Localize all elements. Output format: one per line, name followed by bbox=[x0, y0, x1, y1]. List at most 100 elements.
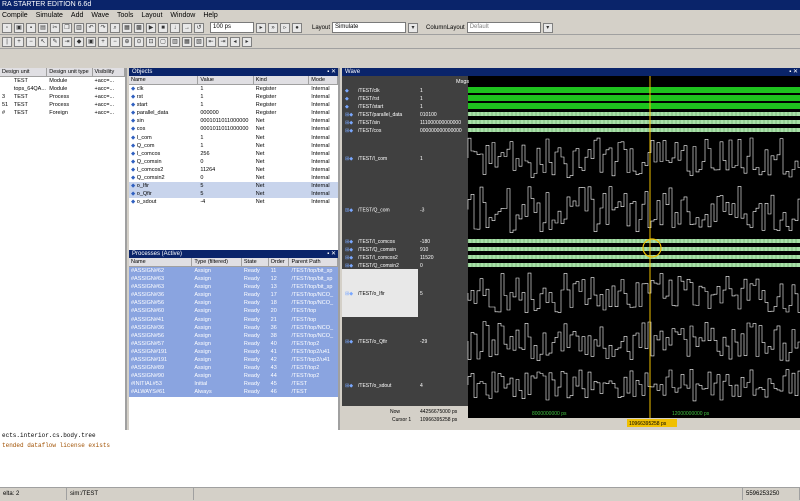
signal-name[interactable]: /TEST/Q_com bbox=[358, 208, 390, 214]
find-icon[interactable]: ⌕ bbox=[110, 22, 120, 33]
menu-add[interactable]: Add bbox=[71, 10, 89, 21]
transcript-panel[interactable]: ects.interior.cs.body.tree tended datafl… bbox=[0, 430, 800, 487]
signal-name[interactable]: /TEST/start bbox=[358, 104, 384, 110]
signal-name[interactable]: /TEST/parallel_data bbox=[358, 112, 402, 118]
wave-select-icon[interactable]: ↖ bbox=[38, 36, 48, 47]
signal-name[interactable]: /TEST/I_comcos bbox=[358, 239, 395, 245]
table-row[interactable]: #ASSIGN#89 Assign Ready 43/TEST/top2 bbox=[129, 364, 338, 373]
col-design-unit[interactable]: Design unit bbox=[0, 68, 48, 76]
save-icon[interactable]: ▪ bbox=[26, 22, 36, 33]
table-row[interactable]: ◆ I_comcos 256 Net Internal bbox=[129, 150, 338, 158]
signal-name[interactable]: /TEST/cos bbox=[358, 128, 382, 134]
wave-group-icon[interactable]: ▣ bbox=[86, 36, 96, 47]
table-row[interactable]: ◆ Q_comsin2 0 Net Internal bbox=[129, 174, 338, 182]
run-all-icon[interactable]: » bbox=[268, 22, 278, 33]
continue-icon[interactable]: ▹ bbox=[280, 22, 290, 33]
break-icon[interactable]: ■ bbox=[158, 22, 168, 33]
menu-help[interactable]: Help bbox=[203, 10, 223, 21]
table-row[interactable]: #ASSIGN#36 Assign Ready 17/TEST/top/NCO_ bbox=[129, 291, 338, 300]
menu-layout[interactable]: Layout bbox=[141, 10, 168, 21]
compile-all-icon[interactable]: ▩ bbox=[134, 22, 144, 33]
redo-icon[interactable]: ↷ bbox=[98, 22, 108, 33]
signal-name[interactable]: /TEST/o_Ifir bbox=[358, 291, 385, 297]
table-row[interactable]: #ASSIGN#63 Assign Ready 13/TEST/top/bit_sp bbox=[129, 283, 338, 292]
column3-icon[interactable]: ▧ bbox=[194, 36, 204, 47]
signal-name[interactable]: /TEST/I_com bbox=[358, 156, 387, 162]
panel-controls-icon[interactable]: ▪ ✕ bbox=[789, 68, 798, 76]
wave-canvas[interactable]: Msgs ◆ /TEST/clk 1 ◆ /TEST/rst 1 ◆ /TEST/start 1 ⊞… bbox=[342, 76, 800, 430]
chevron-down-icon[interactable]: ▾ bbox=[408, 22, 419, 33]
column2-icon[interactable]: ▦ bbox=[182, 36, 192, 47]
table-row[interactable]: #ASSIGN#191 Assign Ready 41/TEST/top2/u41 bbox=[129, 347, 338, 357]
bookmark-icon[interactable]: ▢ bbox=[158, 36, 168, 47]
table-row[interactable]: ◆ cos 0001011011000000 Net Internal bbox=[129, 125, 338, 133]
wave-add-icon[interactable]: + bbox=[14, 36, 24, 47]
list-item[interactable]: 51 TEST Process +acc=... bbox=[0, 101, 125, 109]
col-value[interactable]: Value bbox=[198, 76, 254, 84]
table-row[interactable]: #ASSIGN#62 Assign Ready 11/TEST/top/bit_sp bbox=[129, 267, 338, 276]
find-next-icon[interactable]: ▸ bbox=[242, 36, 252, 47]
step-over-icon[interactable]: → bbox=[182, 22, 192, 33]
table-row[interactable]: ◆ o_Qfir 5 Net Internal bbox=[129, 190, 338, 199]
run-icon[interactable]: ▸ bbox=[256, 22, 266, 33]
col-state[interactable]: State bbox=[242, 258, 269, 266]
print-icon[interactable]: ▤ bbox=[38, 22, 48, 33]
stop-icon[interactable]: ● bbox=[292, 22, 302, 33]
table-row[interactable]: ◆ parallel_data 000000 Register Internal bbox=[129, 109, 338, 117]
wave-delete-icon[interactable]: − bbox=[26, 36, 36, 47]
signal-name[interactable]: /TEST/I_comcos2 bbox=[358, 255, 398, 261]
signal-name[interactable]: /TEST/sin bbox=[358, 120, 380, 126]
col-name[interactable]: Name bbox=[129, 76, 199, 84]
table-row[interactable]: #INITIAL#53 Initial Ready 45/TEST bbox=[129, 380, 338, 389]
table-row[interactable]: #ALWAYS#61 Always Ready 46/TEST bbox=[129, 388, 338, 397]
wave-edit-icon[interactable]: ✎ bbox=[50, 36, 60, 47]
table-row[interactable]: #ASSIGN#63 Assign Ready 12/TEST/top/bit_sp bbox=[129, 275, 338, 284]
paste-icon[interactable]: ▥ bbox=[74, 22, 84, 33]
chevron-down-icon[interactable]: ▾ bbox=[542, 22, 553, 33]
cut-icon[interactable]: ✂ bbox=[50, 22, 60, 33]
menu-wave[interactable]: Wave bbox=[91, 10, 115, 21]
col-parent-path[interactable]: Parent Path bbox=[289, 258, 338, 266]
table-row[interactable]: #ASSIGN#56 Assign Ready 18/TEST/top/NCO_ bbox=[129, 299, 338, 308]
menu-tools[interactable]: Tools bbox=[117, 10, 139, 21]
table-row[interactable]: ◆ I_comcos2 11264 Net Internal bbox=[129, 166, 338, 174]
table-row[interactable]: ◆ rst 1 Register Internal bbox=[129, 93, 338, 101]
menu-window[interactable]: Window bbox=[170, 10, 201, 21]
list-item[interactable]: # TEST Foreign +acc=... bbox=[0, 109, 125, 117]
col-name[interactable]: Name bbox=[129, 258, 193, 266]
signal-name[interactable]: /TEST/Q_comsin2 bbox=[358, 263, 399, 269]
restart-icon[interactable]: ↺ bbox=[194, 22, 204, 33]
table-row[interactable]: #ASSIGN#36 Assign Ready 36/TEST/top/NCO_ bbox=[129, 323, 338, 332]
col-type[interactable]: Type (filtered) bbox=[192, 258, 242, 266]
col-order[interactable]: Order bbox=[269, 258, 290, 266]
signal-name[interactable]: /TEST/clk bbox=[358, 88, 380, 94]
wave-insert-icon[interactable]: ⇥ bbox=[62, 36, 72, 47]
new-file-icon[interactable]: ▫ bbox=[2, 22, 12, 33]
signal-name[interactable]: /TEST/o_Qfir bbox=[358, 339, 388, 345]
panel-controls-icon[interactable]: ▪ ✕ bbox=[327, 68, 336, 76]
copy-icon[interactable]: ❐ bbox=[62, 22, 72, 33]
table-row[interactable]: ◆ o_Ifir 5 Net Internal bbox=[129, 182, 338, 191]
panel-controls-icon[interactable]: ▪ ✕ bbox=[327, 250, 336, 258]
zoom-out-icon[interactable]: − bbox=[110, 36, 120, 47]
table-row[interactable]: ◆ Q_comsin 0 Net Internal bbox=[129, 158, 338, 166]
list-item[interactable]: tops_64QA... Module +acc=... bbox=[0, 85, 125, 93]
table-row[interactable]: #ASSIGN#41 Assign Ready 21/TEST/top bbox=[129, 315, 338, 324]
compile-icon[interactable]: ▦ bbox=[122, 22, 132, 33]
wave-marker-icon[interactable]: ◆ bbox=[74, 36, 84, 47]
list-item[interactable]: TEST Module +acc=... bbox=[0, 77, 125, 85]
menu-compile[interactable]: Compile bbox=[2, 10, 34, 21]
list-item[interactable]: 3 TEST Process +acc=... bbox=[0, 93, 125, 101]
layout-select[interactable]: Simulate bbox=[332, 22, 407, 33]
table-row[interactable]: ◆ start 1 Register Internal bbox=[129, 101, 338, 109]
wave-cursor-icon[interactable]: | bbox=[2, 36, 12, 47]
zoom-cursor-icon[interactable]: ⊙ bbox=[134, 36, 144, 47]
table-row[interactable]: ◆ o_sdout -4 Net Internal bbox=[129, 198, 338, 206]
column-icon[interactable]: ▥ bbox=[170, 36, 180, 47]
table-row[interactable]: ◆ sin 0001011011000000 Net Internal bbox=[129, 117, 338, 125]
signal-name[interactable]: /TEST/rst bbox=[358, 96, 380, 102]
col-kind[interactable]: Kind bbox=[254, 76, 310, 84]
next-edge-icon[interactable]: ⇥ bbox=[218, 36, 228, 47]
table-row[interactable]: #ASSIGN#191 Assign Ready 42/TEST/top2/u41 bbox=[129, 356, 338, 365]
table-row[interactable]: ◆ clk 1 Register Internal bbox=[129, 85, 338, 93]
